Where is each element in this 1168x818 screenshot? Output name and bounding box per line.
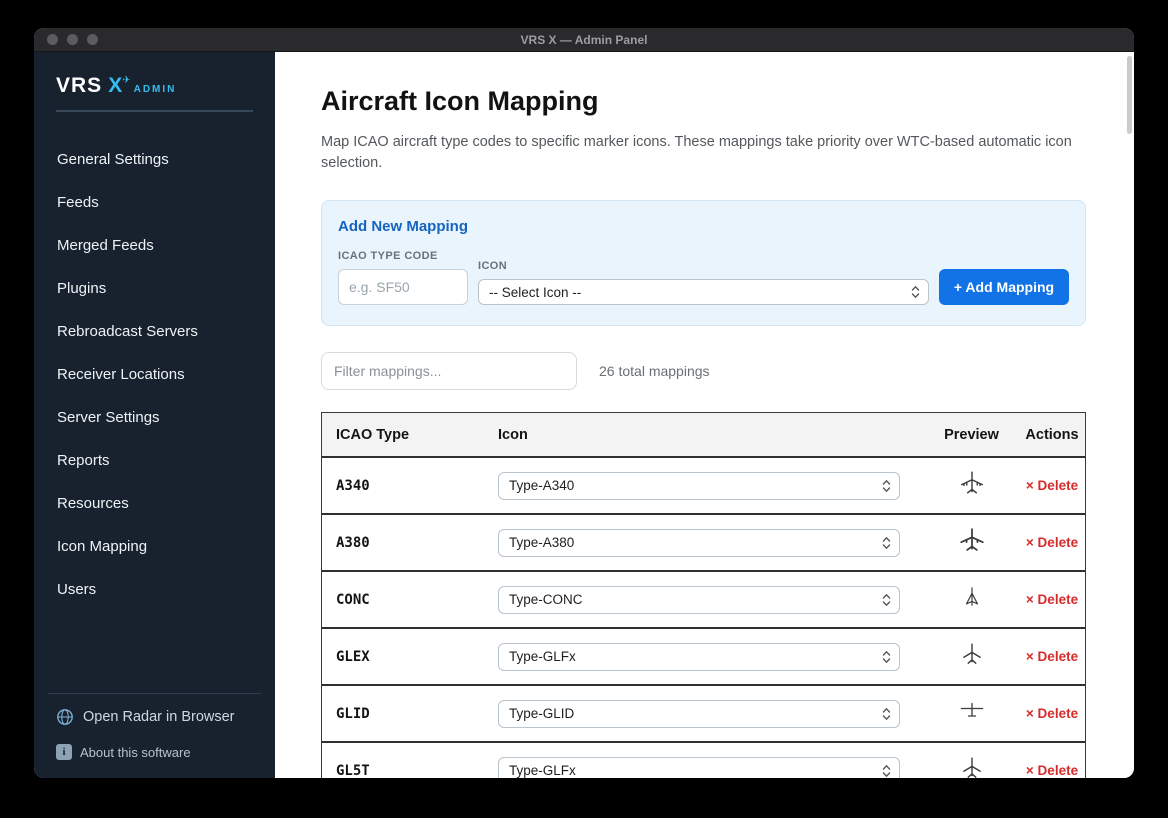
- mappings-table: ICAO Type Icon Preview Actions A340 Type…: [321, 412, 1086, 778]
- info-icon: i: [56, 744, 72, 760]
- row-icon-select[interactable]: Type-A380: [498, 529, 900, 557]
- chevron-updown-icon: [882, 707, 891, 721]
- sidebar-item-merged-feeds[interactable]: Merged Feeds: [34, 224, 275, 267]
- sidebar-item-resources[interactable]: Resources: [34, 482, 275, 525]
- delete-button[interactable]: × Delete: [1026, 649, 1078, 664]
- chevron-updown-icon: [882, 479, 891, 493]
- table-row: CONC Type-CONC × Delete: [322, 572, 1085, 629]
- chevron-updown-icon: [882, 650, 891, 664]
- page-title: Aircraft Icon Mapping: [321, 86, 1088, 117]
- sidebar-item-plugins[interactable]: Plugins: [34, 267, 275, 310]
- table-row: A380 Type-A380 × Delete: [322, 515, 1085, 572]
- plane-icon: ✈: [122, 75, 130, 86]
- row-icon-select-value: Type-A380: [509, 535, 574, 550]
- column-header-preview: Preview: [924, 427, 1019, 443]
- add-mapping-button[interactable]: + Add Mapping: [939, 269, 1069, 305]
- chevron-updown-icon: [882, 593, 891, 607]
- delete-button[interactable]: × Delete: [1026, 535, 1078, 550]
- globe-icon: [56, 708, 74, 726]
- icon-select[interactable]: -- Select Icon --: [478, 279, 929, 305]
- airliner-4engine-icon: [959, 470, 985, 501]
- row-icon-select[interactable]: Type-CONC: [498, 586, 900, 614]
- window-titlebar: VRS X — Admin Panel: [34, 28, 1134, 52]
- table-row: GL5T Type-GLFx × Delete: [322, 743, 1085, 778]
- row-icon-select-value: Type-A340: [509, 478, 574, 493]
- logo-divider: [56, 110, 253, 112]
- row-icao-code: GLID: [322, 706, 484, 722]
- sidebar-item-server-settings[interactable]: Server Settings: [34, 396, 275, 439]
- large-airliner-icon: [958, 527, 986, 558]
- add-panel-heading: Add New Mapping: [338, 218, 1069, 235]
- row-icon-select-value: Type-GLFx: [509, 763, 576, 778]
- row-icon-select-value: Type-CONC: [509, 592, 583, 607]
- logo-x: X: [108, 74, 122, 98]
- icon-field-group: ICON -- Select Icon --: [478, 260, 929, 305]
- row-icao-code: A340: [322, 478, 484, 494]
- sidebar-item-feeds[interactable]: Feeds: [34, 181, 275, 224]
- icon-label: ICON: [478, 260, 929, 272]
- close-window-button[interactable]: [47, 34, 58, 45]
- open-radar-link[interactable]: Open Radar in Browser: [48, 693, 261, 732]
- icon-select-value: -- Select Icon --: [489, 285, 581, 300]
- chevron-updown-icon: [911, 285, 920, 299]
- column-header-icao-type: ICAO Type: [322, 427, 484, 443]
- mapping-count: 26 total mappings: [599, 363, 710, 379]
- traffic-light-buttons: [47, 28, 98, 51]
- filter-mappings-input[interactable]: [321, 352, 577, 390]
- row-icon-select-value: Type-GLID: [509, 706, 574, 721]
- row-icao-code: CONC: [322, 592, 484, 608]
- sidebar-item-users[interactable]: Users: [34, 568, 275, 611]
- about-software-link[interactable]: i About this software: [34, 732, 275, 778]
- delete-button[interactable]: × Delete: [1026, 706, 1078, 721]
- sidebar-nav: General SettingsFeedsMerged FeedsPlugins…: [34, 138, 275, 611]
- scrollbar-thumb[interactable]: [1127, 56, 1132, 134]
- sidebar-item-icon-mapping[interactable]: Icon Mapping: [34, 525, 275, 568]
- sidebar-item-general-settings[interactable]: General Settings: [34, 138, 275, 181]
- app-window: VRS X — Admin Panel VRS X ✈ ADMIN Genera…: [34, 28, 1134, 778]
- icao-code-label: ICAO TYPE CODE: [338, 250, 468, 262]
- open-radar-label: Open Radar in Browser: [83, 709, 235, 725]
- sidebar-item-receiver-locations[interactable]: Receiver Locations: [34, 353, 275, 396]
- table-body: A340 Type-A340 × Delete A380 Type-A380: [322, 458, 1085, 778]
- maximize-window-button[interactable]: [87, 34, 98, 45]
- row-icon-select[interactable]: Type-A340: [498, 472, 900, 500]
- icao-code-input[interactable]: [338, 269, 468, 305]
- table-row: A340 Type-A340 × Delete: [322, 458, 1085, 515]
- column-header-actions: Actions: [1019, 427, 1085, 443]
- logo-brand: VRS: [56, 74, 102, 98]
- table-header-row: ICAO Type Icon Preview Actions: [322, 413, 1085, 458]
- delete-button[interactable]: × Delete: [1026, 592, 1078, 607]
- row-icon-select[interactable]: Type-GLFx: [498, 643, 900, 671]
- app-logo: VRS X ✈ ADMIN: [34, 52, 275, 112]
- minimize-window-button[interactable]: [67, 34, 78, 45]
- logo-admin: ADMIN: [134, 84, 177, 95]
- row-icao-code: GL5T: [322, 763, 484, 778]
- chevron-updown-icon: [882, 536, 891, 550]
- delete-button[interactable]: × Delete: [1026, 763, 1078, 778]
- table-row: GLEX Type-GLFx × Delete: [322, 629, 1085, 686]
- row-icao-code: GLEX: [322, 649, 484, 665]
- page-description: Map ICAO aircraft type codes to specific…: [321, 132, 1088, 174]
- concorde-icon: [961, 584, 983, 615]
- row-icao-code: A380: [322, 535, 484, 551]
- sidebar: VRS X ✈ ADMIN General SettingsFeedsMerge…: [34, 52, 275, 778]
- row-icon-select[interactable]: Type-GLFx: [498, 757, 900, 778]
- delete-button[interactable]: × Delete: [1026, 478, 1078, 493]
- bizjet-icon: [959, 641, 985, 672]
- sidebar-item-reports[interactable]: Reports: [34, 439, 275, 482]
- icao-field-group: ICAO TYPE CODE: [338, 250, 468, 305]
- window-title: VRS X — Admin Panel: [521, 33, 648, 47]
- row-icon-select[interactable]: Type-GLID: [498, 700, 900, 728]
- bizjet-icon: [959, 755, 985, 778]
- about-label: About this software: [80, 745, 191, 760]
- glider-icon: [957, 699, 987, 728]
- add-mapping-panel: Add New Mapping ICAO TYPE CODE ICON -- S…: [321, 200, 1086, 326]
- column-header-icon: Icon: [484, 427, 924, 443]
- main-content: Aircraft Icon Mapping Map ICAO aircraft …: [275, 52, 1134, 778]
- table-row: GLID Type-GLID × Delete: [322, 686, 1085, 743]
- row-icon-select-value: Type-GLFx: [509, 649, 576, 664]
- chevron-updown-icon: [882, 764, 891, 778]
- sidebar-item-rebroadcast-servers[interactable]: Rebroadcast Servers: [34, 310, 275, 353]
